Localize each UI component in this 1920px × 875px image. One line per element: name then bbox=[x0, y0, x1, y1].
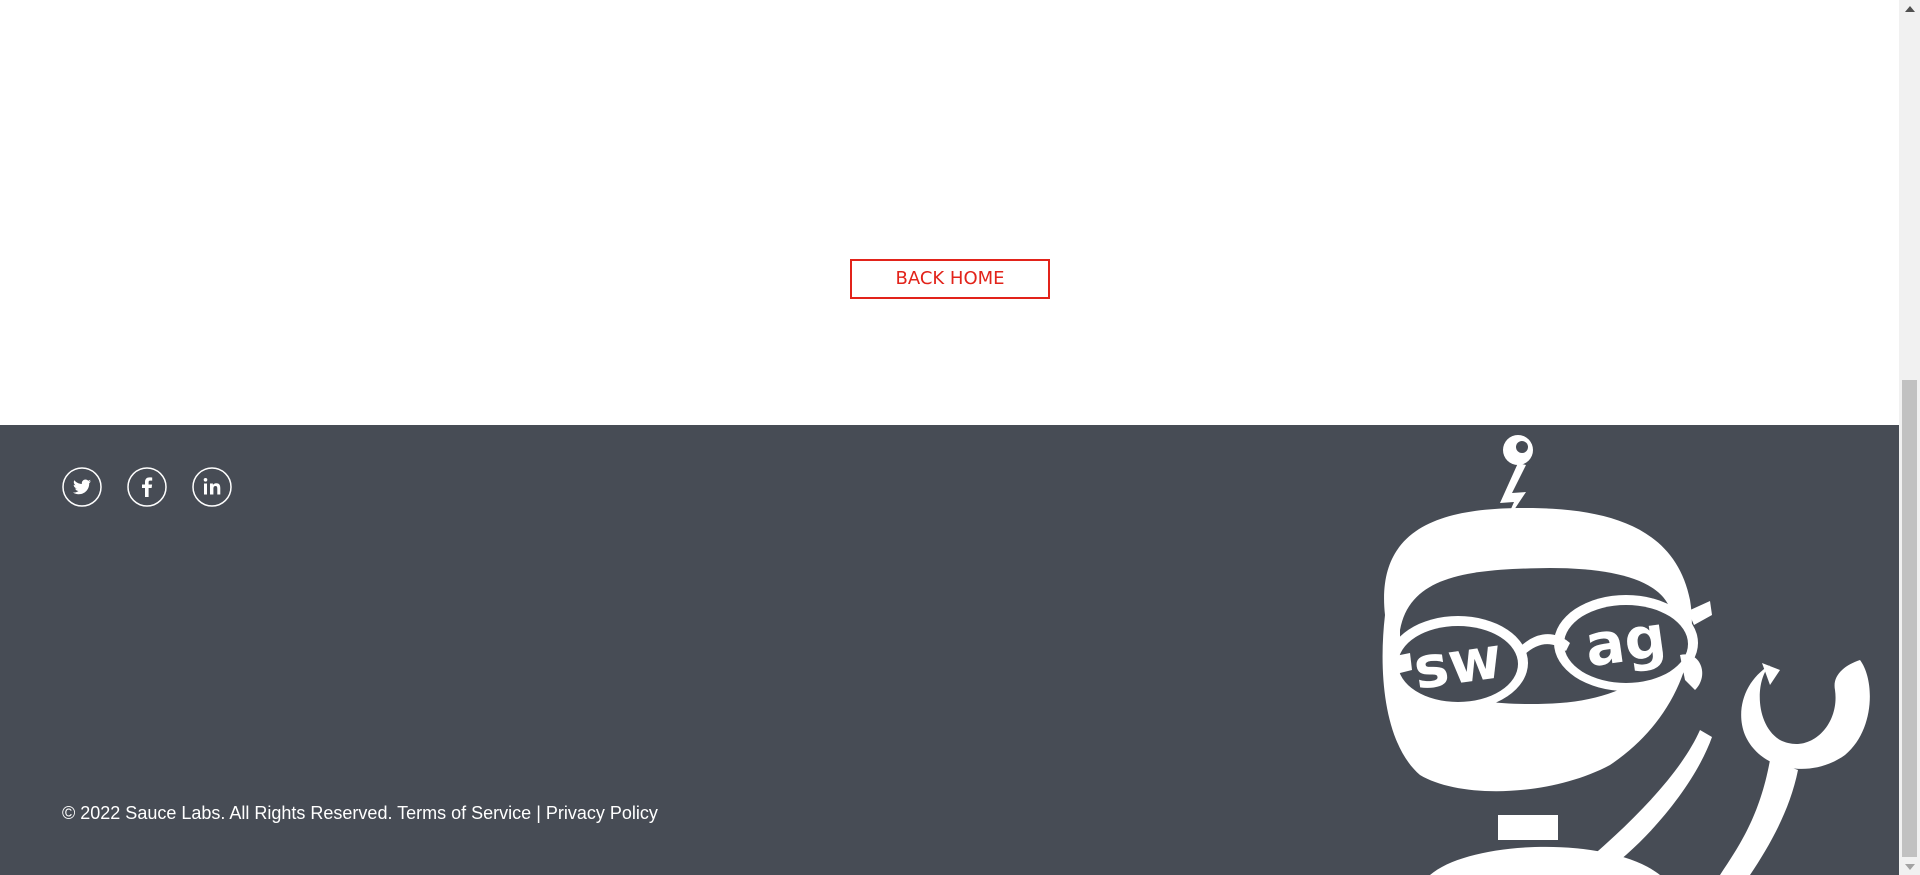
terms-of-service-link[interactable]: Terms of Service bbox=[397, 803, 531, 823]
swag-bot-logo: sw ag bbox=[1382, 435, 1870, 875]
linkedin-link[interactable] bbox=[192, 467, 232, 507]
robot-glasses-right-text: ag bbox=[1581, 602, 1670, 681]
footer-separator: | bbox=[536, 803, 541, 823]
scroll-up-arrow-icon[interactable] bbox=[1899, 0, 1920, 17]
back-home-button[interactable]: BACK HOME bbox=[850, 259, 1050, 299]
footer-copyright: © 2022 Sauce Labs. All Rights Reserved. … bbox=[62, 803, 658, 824]
linkedin-icon bbox=[192, 467, 232, 507]
twitter-link[interactable] bbox=[62, 467, 102, 507]
page: BACK HOME © 2022 Sauce Labs. All Rights … bbox=[0, 0, 1920, 875]
privacy-policy-link[interactable]: Privacy Policy bbox=[546, 803, 658, 823]
footer: © 2022 Sauce Labs. All Rights Reserved. … bbox=[0, 425, 1899, 875]
twitter-icon bbox=[62, 467, 102, 507]
copyright-text: © 2022 Sauce Labs. All Rights Reserved. bbox=[62, 803, 393, 823]
facebook-icon bbox=[127, 467, 167, 507]
scrollbar-thumb[interactable] bbox=[1902, 380, 1917, 857]
facebook-link[interactable] bbox=[127, 467, 167, 507]
scroll-down-arrow-icon[interactable] bbox=[1899, 858, 1920, 875]
robot-glasses-left-text: sw bbox=[1409, 623, 1506, 703]
social-links bbox=[62, 467, 232, 507]
vertical-scrollbar[interactable] bbox=[1899, 0, 1920, 875]
main-content: BACK HOME bbox=[0, 0, 1899, 425]
